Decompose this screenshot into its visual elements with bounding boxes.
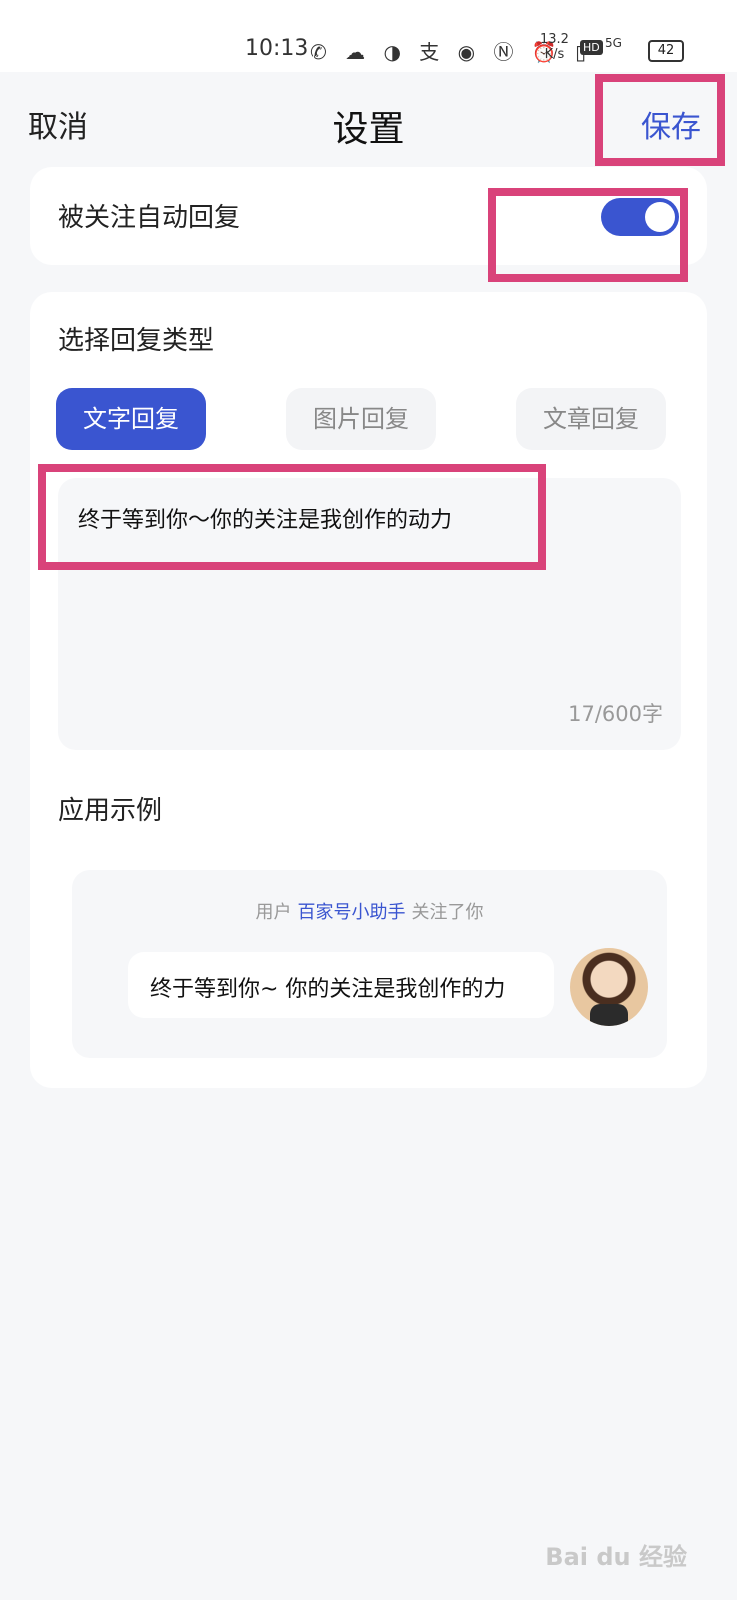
reply-type-title: 选择回复类型 <box>58 326 215 356</box>
status-time: 10:13 <box>245 36 309 61</box>
article-reply-tab[interactable]: 文章回复 <box>516 388 666 450</box>
image-reply-tab[interactable]: 图片回复 <box>286 388 436 450</box>
network-speed: 13.2 K/s <box>540 32 569 62</box>
message-bubble: 终于等到你~ 你的关注是我创作的力 <box>128 952 554 1018</box>
cancel-button[interactable]: 取消 <box>28 102 88 146</box>
notice-username: 百家号小助手 <box>297 902 406 923</box>
avatar <box>570 948 648 1026</box>
notice-suffix: 关注了你 <box>411 902 484 923</box>
char-counter: 17/600字 <box>568 702 663 726</box>
watermark: Bai du 经验 <box>545 1543 687 1571</box>
highlight-toggle <box>488 188 688 282</box>
hd-icon: HD <box>580 40 603 55</box>
bubble-text: 终于等到你~ 你的关注是我创作的力 <box>150 977 506 1002</box>
highlight-save <box>595 74 725 166</box>
signal-icon: 5G <box>605 36 622 50</box>
follow-notice: 用户 百家号小助手 关注了你 <box>72 898 667 924</box>
example-title: 应用示例 <box>58 796 163 826</box>
status-bar: 10:13 ✆ ☁ ◑ 支 ◉ Ⓝ ⏰ ▯ 13.2 K/s HD 5G 42 <box>0 0 737 72</box>
text-reply-tab[interactable]: 文字回复 <box>56 388 206 450</box>
reply-settings-card: 选择回复类型 文字回复 图片回复 文章回复 终于等到你～你的关注是我创作的动力 … <box>30 292 707 1088</box>
highlight-text <box>38 464 546 570</box>
example-preview: 用户 百家号小助手 关注了你 终于等到你~ 你的关注是我创作的力 <box>72 870 667 1058</box>
battery-icon: 42 <box>648 40 684 62</box>
follow-auto-reply-label: 被关注自动回复 <box>58 203 241 233</box>
notice-prefix: 用户 <box>255 902 292 923</box>
